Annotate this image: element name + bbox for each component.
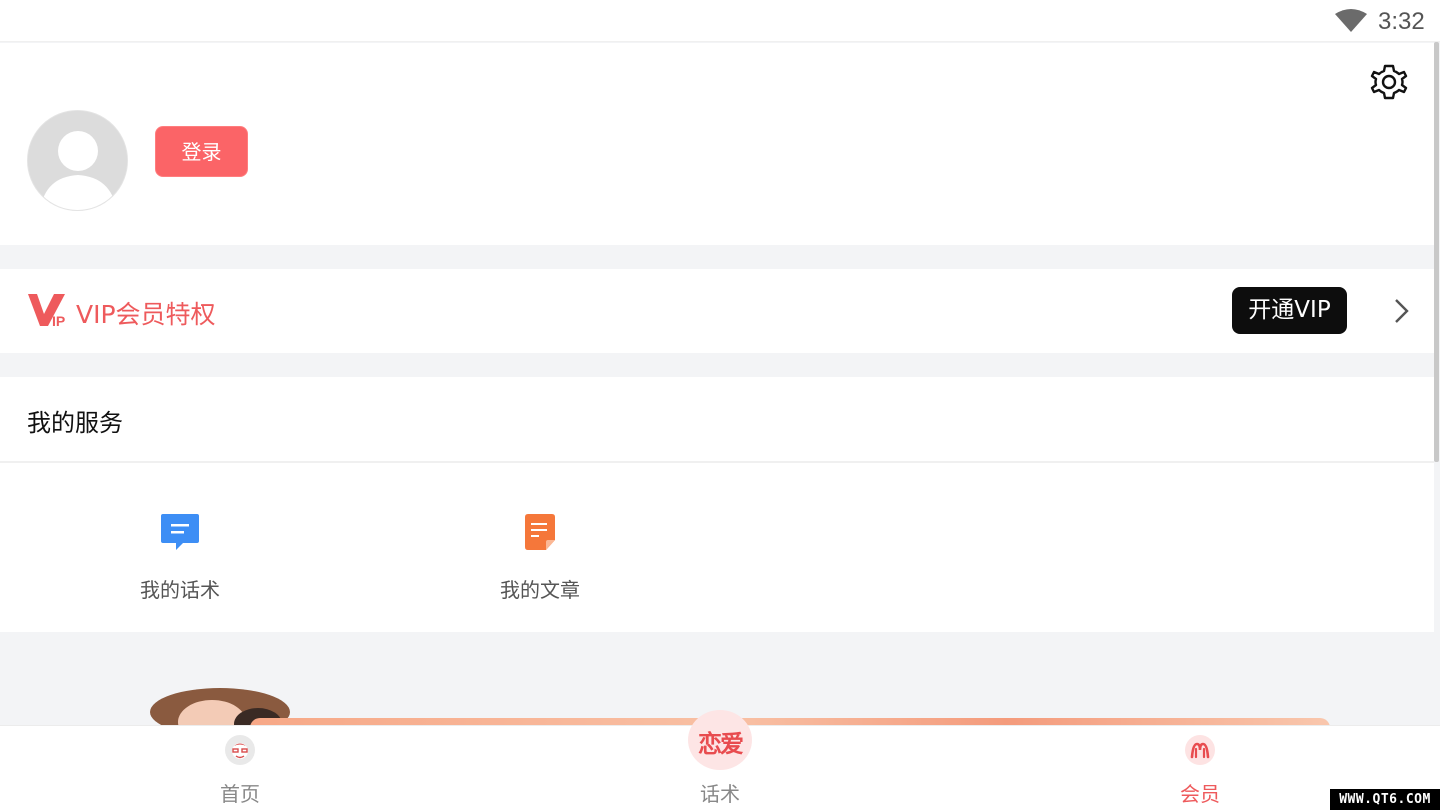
default-avatar-icon[interactable] (27, 110, 128, 211)
status-time: 3:32 (1378, 8, 1425, 35)
service-label: 我的文章 (500, 578, 580, 602)
services-title: 我的服务 (27, 409, 123, 437)
scrollbar[interactable] (1434, 42, 1439, 462)
divider (0, 461, 1434, 463)
login-button[interactable]: 登录 (155, 126, 248, 177)
tab-label: 话术 (700, 782, 740, 806)
wifi-icon (1335, 9, 1367, 32)
service-label: 我的话术 (140, 578, 220, 602)
status-bar: 3:32 (0, 0, 1440, 42)
tab-home[interactable]: 首页 (140, 726, 340, 810)
chat-bubble-icon (161, 514, 199, 550)
my-services-section: 我的服务 我的话术 我的文章 (0, 377, 1434, 632)
svg-text:IP: IP (52, 313, 65, 328)
watermark: WWW.QT6.COM (1330, 789, 1440, 810)
profile-section: 登录 (0, 43, 1434, 245)
vip-title: VIP会员特权 (76, 300, 216, 329)
love-logo-text: 恋爱 (698, 730, 744, 758)
love-logo-icon: 恋爱 (688, 710, 752, 770)
member-icon (1185, 735, 1215, 765)
vip-logo-icon: IP (28, 294, 65, 328)
service-my-scripts[interactable]: 我的话术 (120, 512, 240, 603)
home-face-icon (225, 735, 255, 765)
banner-strip (250, 718, 1330, 725)
tab-talk[interactable]: 恋爱 话术 (620, 710, 820, 810)
tab-label: 会员 (1180, 782, 1220, 806)
open-vip-button[interactable]: 开通VIP (1232, 287, 1347, 334)
gear-icon[interactable] (1370, 63, 1408, 101)
service-my-articles[interactable]: 我的文章 (480, 512, 600, 603)
bottom-tab-bar: 首页 恋爱 话术 会员 (0, 710, 1440, 810)
vip-privilege-row[interactable]: IP VIP会员特权 开通VIP (0, 269, 1434, 353)
chevron-right-icon[interactable] (1388, 296, 1414, 326)
tab-label: 首页 (220, 782, 260, 806)
tab-member[interactable]: 会员 (1100, 726, 1300, 810)
document-icon (525, 514, 555, 550)
